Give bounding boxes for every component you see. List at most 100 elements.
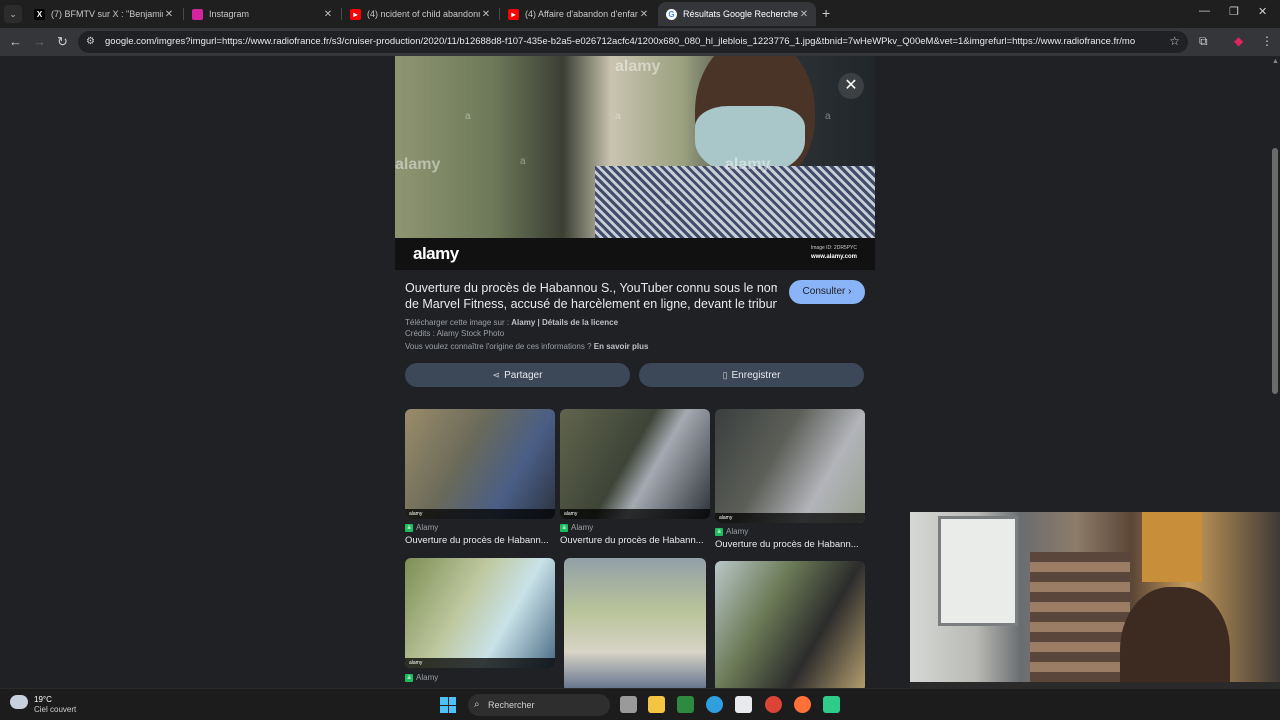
save-label: Enregistrer — [731, 370, 781, 381]
result-title[interactable]: Ouverture du procès de Habannou S., YouT… — [405, 280, 777, 312]
consult-label: Consulter — [802, 286, 846, 297]
tab-title: (4) ncident of child abandonme — [367, 9, 480, 19]
restore-icon[interactable]: ❐ — [1229, 5, 1239, 18]
url-text[interactable]: google.com/imgres?imgurl=https://www.rad… — [105, 36, 1135, 47]
reload-icon[interactable]: ↻ — [57, 34, 68, 50]
title-line: de Marvel Fitness, accusé de harcèlement… — [405, 297, 777, 311]
bookmark-icon: ▯ — [722, 370, 728, 380]
scroll-up-icon[interactable]: ▲ — [1272, 58, 1279, 65]
close-preview-button[interactable]: ✕ — [838, 73, 864, 99]
scrollbar-thumb[interactable] — [1272, 148, 1278, 394]
minimize-icon[interactable]: — — [1199, 5, 1210, 17]
share-label: Partager — [504, 370, 543, 381]
cloud-icon[interactable] — [10, 695, 28, 709]
search-placeholder: Rechercher — [488, 700, 535, 710]
related-image[interactable]: alamy — [405, 409, 555, 519]
image-source[interactable]: a Alamy — [405, 523, 438, 532]
tab-bfmtv[interactable]: X (7) BFMTV sur X : "Benjamin Ne ✕ — [26, 2, 181, 26]
related-image[interactable] — [564, 558, 706, 688]
window-close-icon[interactable]: ✕ — [1258, 5, 1267, 18]
download-prefix: Télécharger cette image sur : — [405, 318, 510, 327]
tab-search-dropdown[interactable]: ⌄ — [4, 5, 22, 23]
origin-prefix: Vous voulez connaître l'origine de ces i… — [405, 342, 592, 351]
back-icon[interactable]: ← — [9, 34, 22, 49]
watermark: a — [825, 111, 831, 122]
related-image[interactable] — [715, 561, 865, 688]
tab-title: (7) BFMTV sur X : "Benjamin Ne — [51, 9, 163, 19]
windows-start-icon[interactable] — [440, 697, 456, 713]
image-source[interactable]: a Alamy — [715, 527, 748, 536]
alamy-strip: alamy — [405, 509, 555, 519]
source-label: Alamy — [726, 527, 749, 536]
watermark: a — [465, 111, 471, 122]
close-tab-icon[interactable]: ✕ — [798, 9, 810, 20]
consult-button[interactable]: Consulter › — [789, 280, 865, 304]
alamy-strip: alamy — [715, 513, 865, 523]
share-icon: ⋖ — [492, 370, 501, 380]
alamy-strip: alamy — [560, 509, 710, 519]
alamy-favicon-icon: a — [405, 523, 413, 532]
app-icon[interactable] — [823, 696, 840, 713]
taskbar-search[interactable]: ⌕ Rechercher — [468, 694, 610, 716]
close-tab-icon[interactable]: ✕ — [480, 9, 492, 20]
save-button[interactable]: ▯ Enregistrer — [639, 363, 864, 387]
share-button[interactable]: ⋖ Partager — [405, 363, 630, 387]
close-tab-icon[interactable]: ✕ — [322, 9, 334, 20]
image-preview[interactable]: alamy alamy alamy a a a a a alamy Image … — [395, 56, 875, 270]
edge-icon[interactable] — [706, 696, 723, 713]
chrome-icon[interactable] — [765, 696, 782, 713]
taskbar: 19°C Ciel couvert ⌕ Rechercher — [0, 688, 1280, 720]
store-icon[interactable] — [735, 696, 752, 713]
source-label: Alamy — [416, 523, 439, 532]
alamy-strip: alamy — [405, 658, 555, 668]
watermark: a — [520, 156, 526, 167]
download-info: Télécharger cette image sur : Alamy | Dé… — [405, 318, 618, 327]
close-tab-icon[interactable]: ✕ — [638, 9, 650, 20]
webcam-poster — [1142, 512, 1202, 582]
watermark: a — [615, 111, 621, 122]
nvidia-icon[interactable] — [677, 696, 694, 713]
preview-photo: alamy alamy alamy a a a a a — [395, 56, 875, 246]
license-link[interactable]: Alamy | Détails de la licence — [511, 318, 618, 327]
tab-title: Instagram — [209, 9, 250, 19]
task-view-icon[interactable] — [620, 696, 637, 713]
tab-youtube-1[interactable]: ▸ (4) ncident of child abandonme ✕ — [342, 2, 498, 26]
new-tab-button[interactable]: + — [822, 5, 830, 21]
weather-description[interactable]: Ciel couvert — [34, 705, 76, 714]
related-image[interactable]: alamy — [560, 409, 710, 519]
site-settings-icon[interactable]: ⚙ — [86, 36, 95, 47]
menu-icon[interactable]: ⋮ — [1261, 34, 1273, 48]
watermark: alamy — [615, 58, 661, 75]
image-source[interactable]: a Alamy — [560, 523, 593, 532]
instagram-icon — [192, 8, 203, 20]
image-caption[interactable]: Ouverture du procès de Habann... — [405, 535, 555, 546]
tab-instagram[interactable]: Instagram ✕ — [184, 2, 340, 26]
title-line: Ouverture du procès de Habannou S., YouT… — [405, 281, 777, 295]
profile-icon[interactable]: ◆ — [1234, 34, 1243, 48]
extensions-icon[interactable]: ⧉ — [1199, 34, 1208, 49]
image-caption[interactable]: Ouverture du procès de Habann... — [560, 535, 710, 546]
image-id: Image ID: 2DR5PYC — [810, 245, 857, 251]
image-caption[interactable]: Ouverture du procès de Habann... — [715, 539, 865, 550]
tab-youtube-2[interactable]: ▸ (4) Affaire d'abandon d'enfants ✕ — [500, 2, 656, 26]
image-source[interactable]: a Alamy — [405, 673, 438, 682]
learn-more-link[interactable]: En savoir plus — [594, 342, 649, 351]
related-image[interactable]: alamy — [715, 409, 865, 523]
source-label: Alamy — [571, 523, 594, 532]
source-label: Alamy — [416, 673, 439, 682]
related-image[interactable]: alamy — [405, 558, 555, 668]
address-bar[interactable]: ⚙ google.com/imgres?imgurl=https://www.r… — [78, 31, 1188, 53]
webcam-window — [938, 516, 1018, 626]
tab-google-results[interactable]: G Résultats Google Recherche d'i ✕ — [658, 2, 816, 26]
forward-icon[interactable]: → — [33, 34, 46, 49]
close-tab-icon[interactable]: ✕ — [163, 9, 175, 20]
file-explorer-icon[interactable] — [648, 696, 665, 713]
google-icon: G — [666, 8, 677, 20]
youtube-icon: ▸ — [508, 8, 519, 20]
bookmark-star-icon[interactable]: ☆ — [1169, 34, 1180, 48]
watermark: alamy — [395, 156, 441, 173]
alamy-logo: alamy — [413, 244, 459, 263]
firefox-icon[interactable] — [794, 696, 811, 713]
weather-temperature[interactable]: 19°C — [34, 695, 52, 704]
alamy-banner: alamy Image ID: 2DR5PYC www.alamy.com — [395, 238, 875, 270]
